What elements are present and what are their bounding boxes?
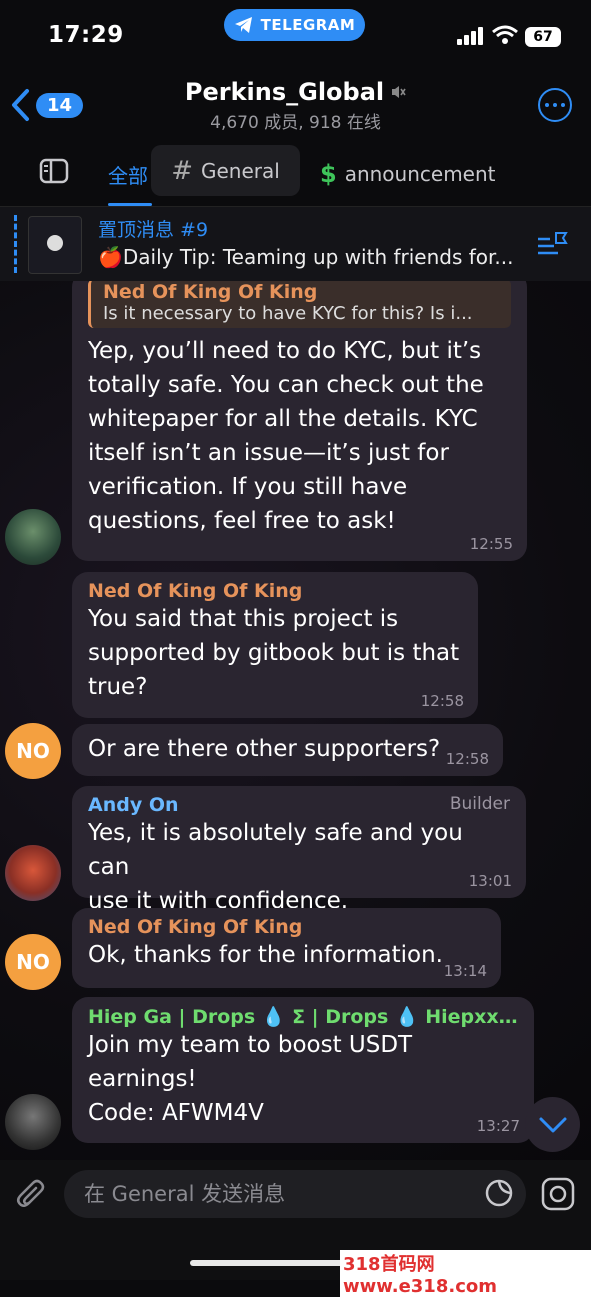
hash-icon: # [171, 155, 193, 186]
telegram-icon [234, 17, 252, 33]
avatar-initials[interactable]: NO [5, 723, 61, 779]
pinned-text: 🍎Daily Tip: Teaming up with friends for.… [98, 245, 514, 269]
reply-text: Is it necessary to have KYC for this? Is… [103, 303, 473, 324]
message-bubble[interactable]: Ned Of King Of King Ok, thanks for the i… [72, 908, 501, 988]
message-time: 12:55 [469, 535, 513, 553]
message-time: 12:58 [420, 692, 464, 710]
battery-level: 67 [533, 29, 553, 45]
message-bubble[interactable]: Andy On Builder Yes, it is absolutely sa… [72, 786, 526, 914]
sender-name[interactable]: Ned Of King Of King [88, 916, 485, 938]
chat-subtitle: 4,670 成员, 918 在线 [210, 113, 381, 133]
message-text: Yep, you’ll need to do KYC, but it’s tot… [88, 338, 484, 534]
message-bubble[interactable]: Hiep Ga | Drops 💧 Σ | Drops 💧 Hiepxxx...… [72, 997, 534, 1143]
reply-sender: Ned Of King Of King [103, 281, 318, 303]
chat-title: Perkins_Global [184, 78, 385, 106]
message-text: Or are there other supporters? [88, 736, 441, 762]
avatar-initials[interactable]: NO [5, 934, 61, 990]
avatar-photo[interactable] [5, 1094, 61, 1150]
telegram-pill-label: TELEGRAM [260, 16, 356, 34]
message-bubble[interactable]: Ned Of King Of King Is it necessary to h… [72, 281, 527, 561]
tab-announcement-label: announcement [344, 162, 496, 186]
battery-icon: 67 [525, 27, 561, 47]
chat-header[interactable]: Perkins_Global 4,670 成员, 918 在线 [0, 78, 591, 133]
sender-name[interactable]: Ned Of King Of King [88, 580, 462, 602]
pin-list-icon[interactable] [536, 229, 570, 259]
message-bubble[interactable]: Or are there other supporters? 12:58 [72, 724, 503, 776]
chat-area[interactable]: Ned Of King Of King Is it necessary to h… [0, 281, 591, 1161]
signal-icon [457, 27, 483, 45]
pinned-title: 置顶消息 #9 [98, 219, 209, 241]
sidebar-toggle-icon[interactable] [39, 158, 69, 184]
pinned-message-bar[interactable]: 置顶消息 #9 🍎Daily Tip: Teaming up with frie… [0, 206, 591, 282]
tab-all[interactable]: 全部 [108, 160, 148, 189]
sender-name[interactable]: Hiep Ga | Drops 💧 Σ | Drops 💧 Hiepxxx... [88, 1005, 518, 1028]
reply-quote[interactable]: Ned Of King Of King Is it necessary to h… [88, 281, 511, 328]
telegram-pill[interactable]: TELEGRAM [224, 9, 365, 41]
message-text: Yes, it is absolutely safe and you can u… [88, 820, 463, 914]
avatar-landscape[interactable] [5, 509, 61, 565]
message-time: 13:14 [443, 962, 487, 980]
message-text: Join my team to boost USDT earnings! Cod… [88, 1032, 413, 1126]
chevron-down-icon [539, 1117, 566, 1132]
scroll-down-button[interactable] [525, 1097, 580, 1152]
attach-icon[interactable] [16, 1178, 48, 1212]
avatar-cartoon[interactable] [5, 845, 61, 901]
more-options-button[interactable] [538, 88, 572, 122]
sticker-icon[interactable] [484, 1178, 514, 1208]
tab-announcement[interactable]: $ announcement [320, 160, 496, 188]
sender-name[interactable]: Andy On [88, 794, 510, 816]
message-time: 13:01 [468, 872, 512, 890]
watermark: 318首码网 www.e318.com [340, 1250, 591, 1297]
mute-icon [392, 86, 406, 98]
message-time: 12:58 [445, 750, 489, 768]
tab-general-label: General [200, 158, 280, 183]
pinned-indicator [14, 215, 20, 273]
message-bubble[interactable]: Ned Of King Of King You said that this p… [72, 572, 478, 718]
status-time: 17:29 [48, 22, 124, 48]
dollar-icon: $ [320, 160, 337, 188]
instagram-camera-icon[interactable] [540, 1177, 576, 1211]
tab-general[interactable]: # General [151, 145, 300, 196]
wifi-icon [492, 25, 518, 44]
message-text: Ok, thanks for the information. [88, 942, 443, 968]
message-input[interactable] [64, 1170, 526, 1218]
message-text: You said that this project is supported … [88, 606, 460, 700]
pinned-thumbnail [28, 216, 82, 274]
message-time: 13:27 [476, 1117, 520, 1135]
role-badge: Builder [449, 794, 510, 814]
